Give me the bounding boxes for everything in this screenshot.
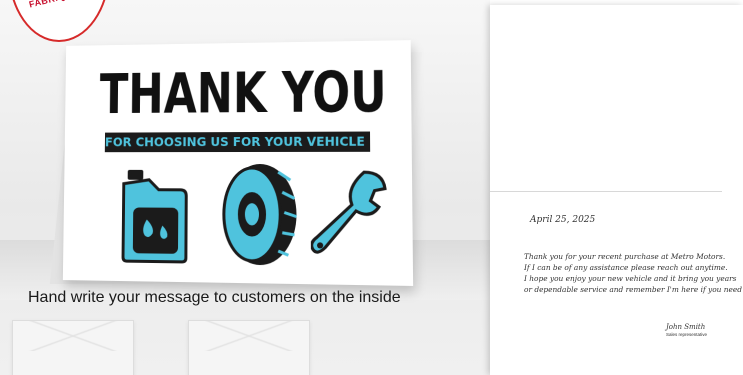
signature: John Smith xyxy=(666,323,706,331)
caption-text: Hand write your message to customers on … xyxy=(28,289,401,306)
card-inside-panel: April 25, 2025 Thank you for your recent… xyxy=(490,5,743,375)
signature-title: Sales representative xyxy=(666,332,708,337)
card-subline: FOR CHOOSING US FOR YOUR VEHICLE SERVICE xyxy=(104,131,371,153)
made-in-canada-badge: FABRIQUÉ AU CANADA xyxy=(8,0,139,42)
envelope xyxy=(188,320,310,375)
wrench-icon xyxy=(311,168,392,261)
card-headline: THANK YOU xyxy=(99,59,387,127)
oil-jug-icon xyxy=(119,169,190,264)
badge-text: FABRIQUÉ AU CANADA xyxy=(28,0,139,10)
greeting-card-front: THANK YOU FOR CHOOSING US FOR YOUR VEHIC… xyxy=(62,40,414,286)
tire-icon xyxy=(220,162,299,268)
message-line: Thank you for your recent purchase at Me… xyxy=(524,252,726,261)
fold-line xyxy=(490,191,722,192)
message-line: If I can be of any assistance please rea… xyxy=(524,263,728,272)
envelope xyxy=(12,320,134,375)
message-line: or dependable service and remember I'm h… xyxy=(524,285,743,294)
product-photo: FABRIQUÉ AU CANADA THANK YOU FOR CHOOSIN… xyxy=(0,0,490,375)
message-date: April 25, 2025 xyxy=(530,215,596,225)
message-line: I hope you enjoy your new vehicle and it… xyxy=(524,274,737,283)
message-body: Thank you for your recent purchase at Me… xyxy=(524,251,743,295)
